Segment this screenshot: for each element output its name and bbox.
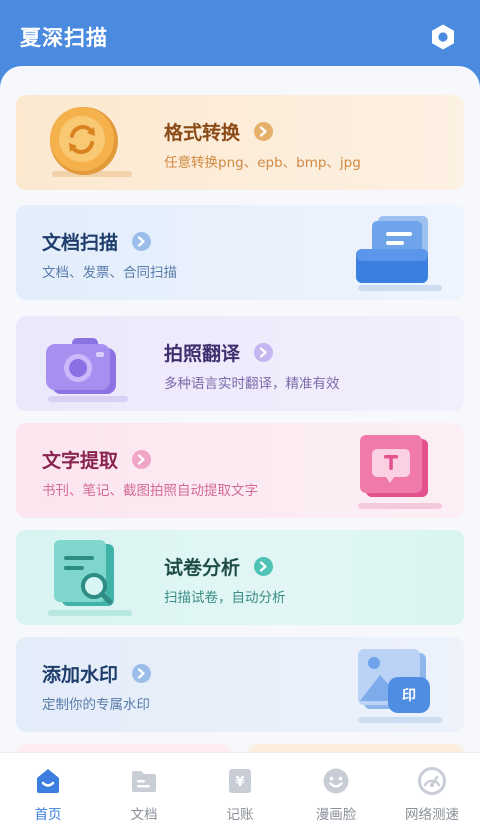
- card-desc: 文档、发票、合同扫描: [42, 265, 177, 281]
- chevron-right-icon: [132, 664, 152, 683]
- card-title: 拍照翻译: [164, 343, 241, 365]
- card-desc: 任意转换png、epb、bmp、jpg: [164, 155, 361, 171]
- tab-label: 漫画脸: [315, 807, 357, 823]
- chevron-right-icon: [132, 232, 152, 251]
- main-content: 格式转换 任意转换png、epb、bmp、jpg 文档扫描 文档、发票、合同扫描: [0, 66, 480, 766]
- card-text-extract[interactable]: 文字提取 书刊、笔记、截图拍照自动提取文字: [16, 423, 464, 518]
- camera-translate-icon: [42, 326, 142, 410]
- tab-label: 网络测速: [405, 807, 459, 823]
- home-icon: [33, 766, 63, 796]
- folder-icon: [129, 766, 159, 796]
- chevron-right-icon: [132, 450, 152, 469]
- card-desc: 定制你的专属水印: [42, 697, 150, 713]
- smile-face-icon: [321, 766, 351, 796]
- tab-label: 记账: [226, 807, 254, 823]
- card-title: 试卷分析: [164, 557, 241, 579]
- card-watermark[interactable]: 添加水印 定制你的专属水印 印: [16, 637, 464, 732]
- svg-text:¥: ¥: [235, 775, 244, 790]
- card-desc: 书刊、笔记、截图拍照自动提取文字: [42, 483, 258, 499]
- card-document-scan[interactable]: 文档扫描 文档、发票、合同扫描: [16, 205, 464, 300]
- bottom-tab-bar: 首页 文档 ¥ 记账 漫画脸 网络测速: [0, 752, 480, 827]
- tab-label: 首页: [34, 807, 62, 823]
- card-exam-analysis[interactable]: 试卷分析 扫描试卷，自动分析: [16, 530, 464, 625]
- card-title: 格式转换: [164, 122, 241, 144]
- watermark-icon: 印: [352, 645, 452, 731]
- tab-documents[interactable]: 文档: [96, 753, 192, 827]
- tab-ledger[interactable]: ¥ 记账: [192, 753, 288, 827]
- card-camera-translate[interactable]: 拍照翻译 多种语言实时翻译，精准有效: [16, 316, 464, 411]
- chevron-right-icon: [254, 343, 274, 362]
- tab-label: 文档: [130, 807, 158, 823]
- document-scan-icon: [352, 213, 452, 299]
- card-desc: 多种语言实时翻译，精准有效: [164, 376, 340, 392]
- chevron-right-icon: [254, 122, 274, 141]
- tab-home[interactable]: 首页: [0, 753, 96, 827]
- tab-speed-test[interactable]: 网络测速: [384, 753, 480, 827]
- app-title: 夏深扫描: [20, 26, 108, 50]
- settings-button[interactable]: [428, 22, 458, 52]
- svg-text:印: 印: [402, 687, 416, 704]
- format-convert-icon: [44, 105, 144, 187]
- chevron-right-icon: [254, 557, 274, 576]
- ledger-icon: ¥: [225, 766, 255, 796]
- card-title: 添加水印: [42, 664, 119, 686]
- settings-hex-icon: [432, 24, 454, 50]
- card-format-convert[interactable]: 格式转换 任意转换png、epb、bmp、jpg: [16, 95, 464, 190]
- card-title: 文档扫描: [42, 232, 119, 254]
- text-extract-icon: [352, 431, 452, 517]
- speedometer-icon: [417, 766, 447, 796]
- exam-analysis-icon: [42, 538, 152, 625]
- tab-comic-face[interactable]: 漫画脸: [288, 753, 384, 827]
- card-title: 文字提取: [42, 450, 119, 472]
- card-desc: 扫描试卷，自动分析: [164, 590, 286, 606]
